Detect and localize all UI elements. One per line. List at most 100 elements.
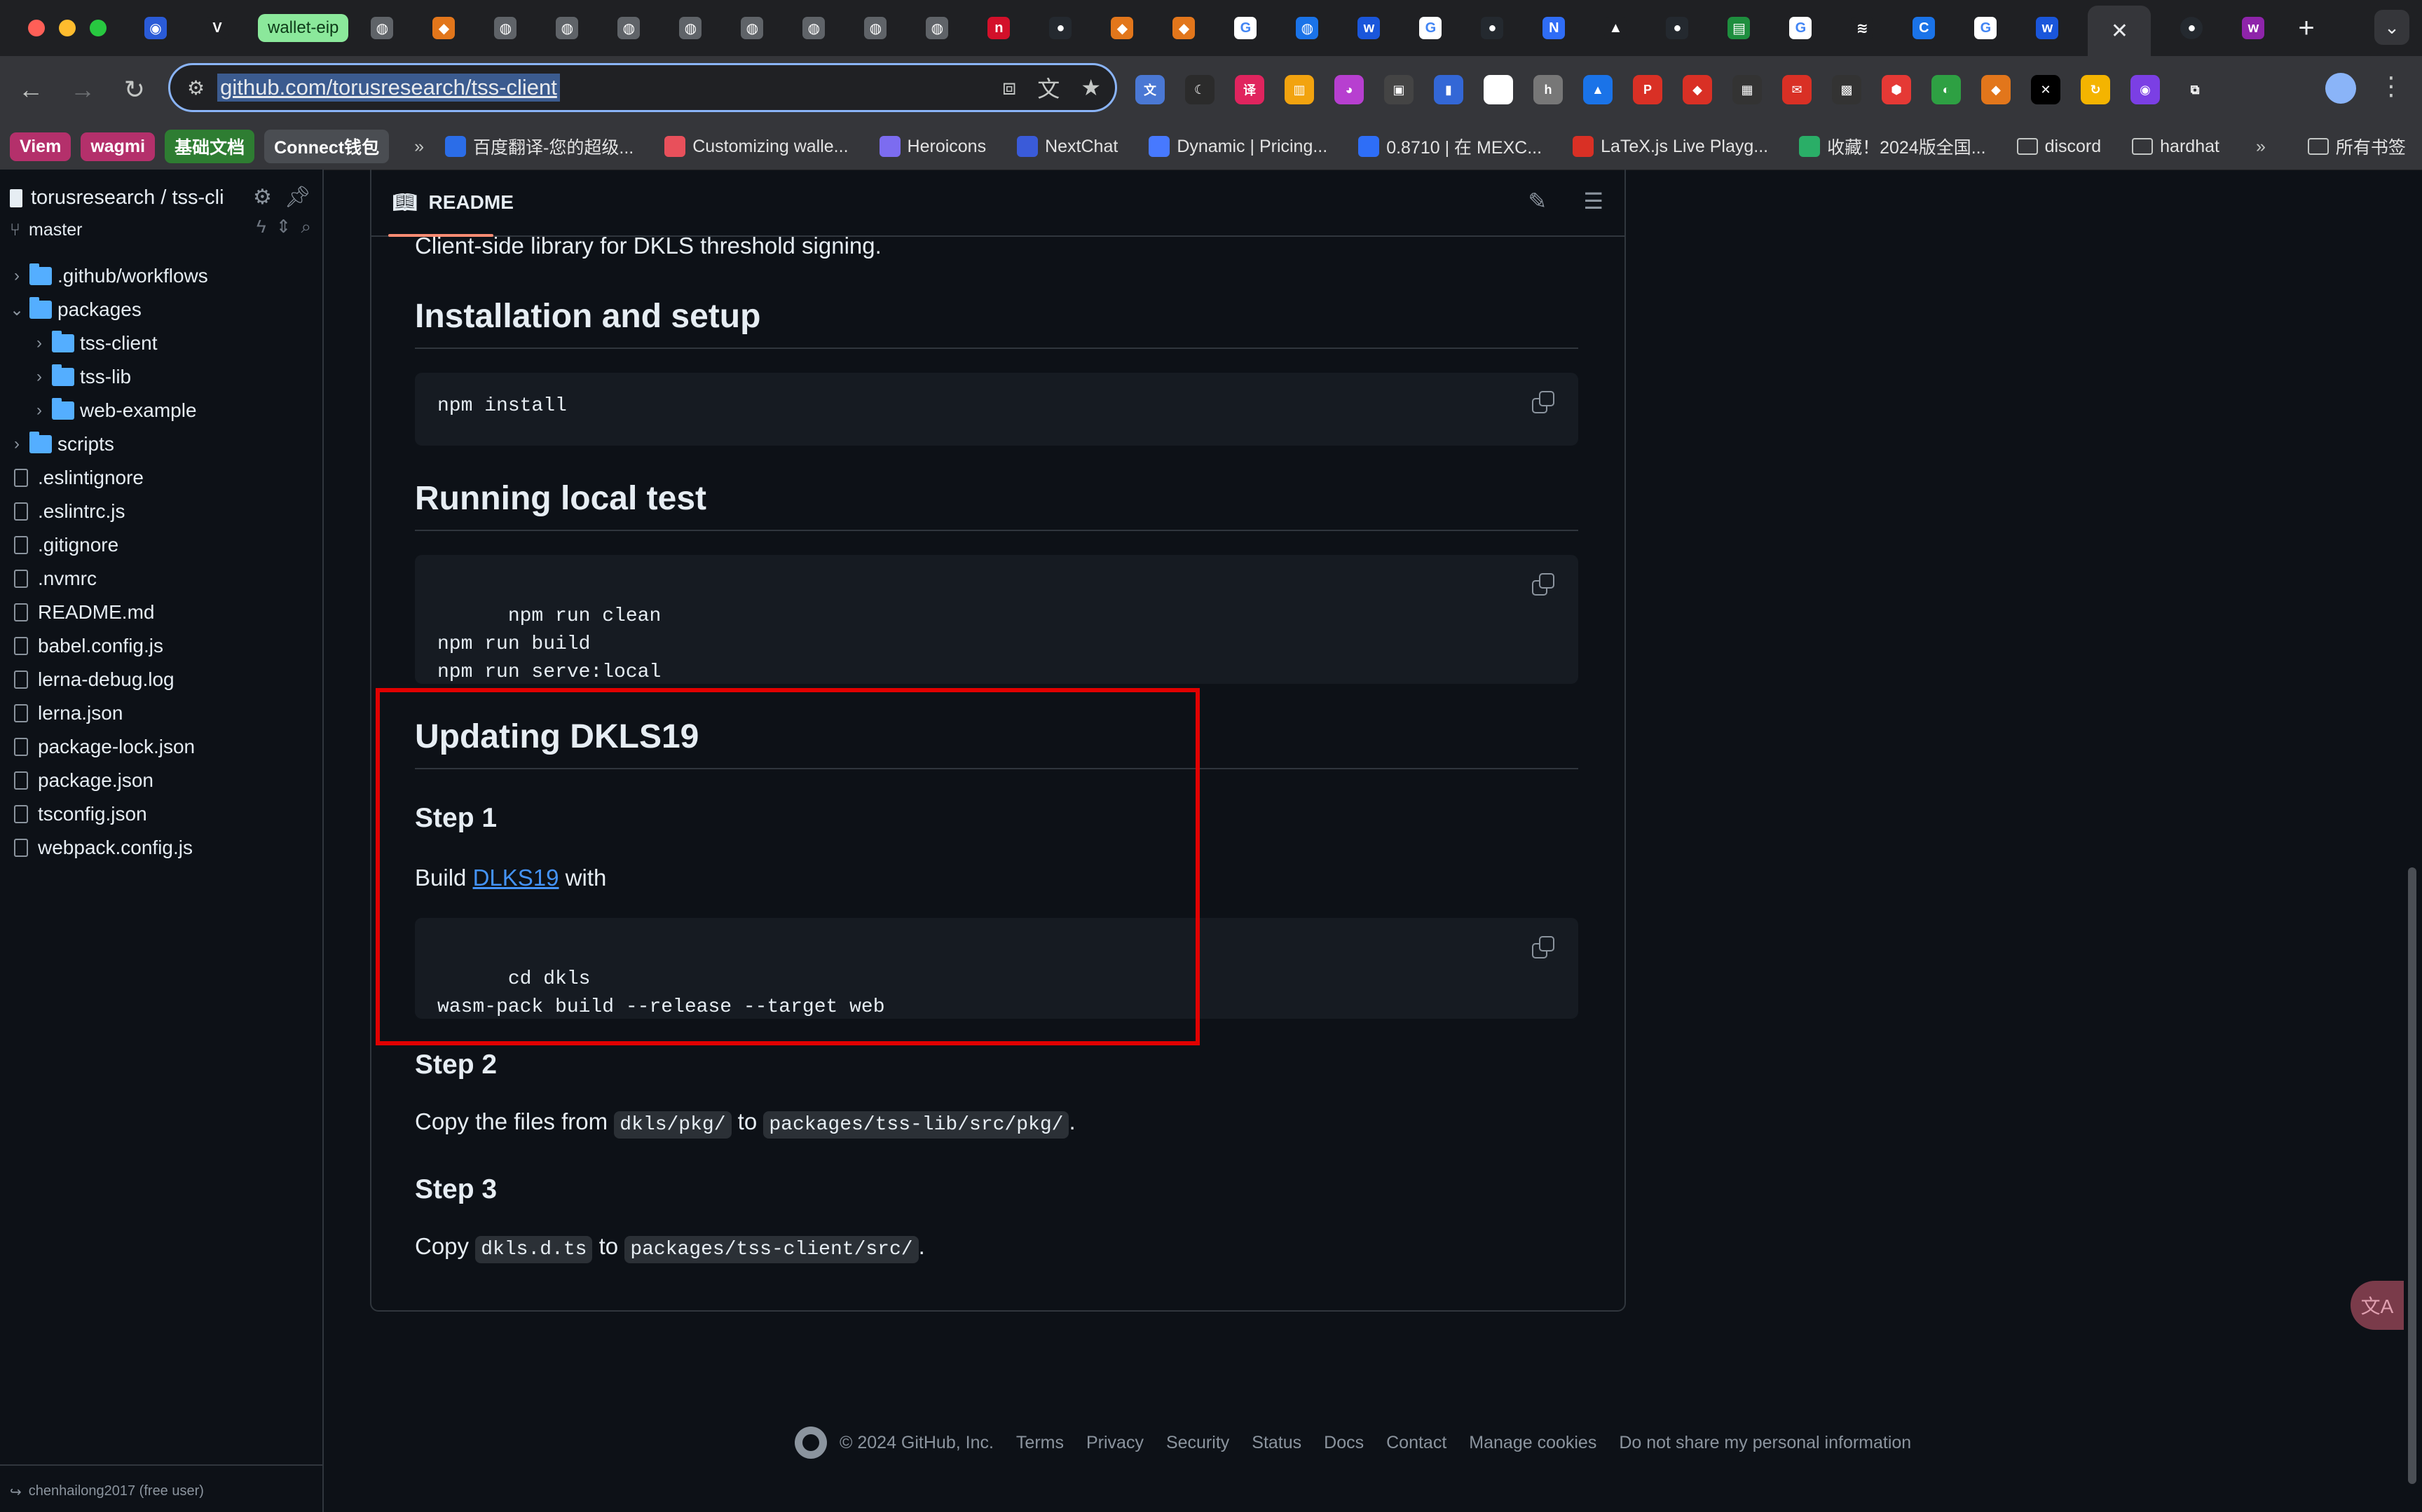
puzzle-icon[interactable]: ⧉ — [2180, 75, 2210, 104]
browser-tab[interactable]: ◆ — [1101, 7, 1143, 49]
bookmark-item[interactable]: 0.8710 | 在 MEXC... — [1358, 134, 1542, 159]
pdf-icon[interactable]: P — [1633, 75, 1662, 104]
back-button[interactable]: ← — [10, 69, 52, 111]
minimize-window-button[interactable] — [59, 20, 76, 36]
lightning-icon[interactable]: ϟ — [256, 216, 266, 238]
h-logo-icon[interactable]: h — [1533, 75, 1563, 104]
bookmark-chip[interactable]: Connect钱包 — [264, 130, 390, 163]
logout-icon[interactable]: ↪ — [10, 1483, 22, 1501]
browser-tab[interactable]: n — [978, 7, 1020, 49]
scrollbar-thumb[interactable] — [2408, 867, 2416, 1484]
footer-link[interactable]: Terms — [1016, 1433, 1064, 1453]
bookmark-item[interactable]: 收藏！2024版全国... — [1799, 134, 1986, 159]
github-logo-icon[interactable] — [795, 1427, 827, 1459]
browser-tab[interactable]: V — [196, 7, 238, 49]
tree-file[interactable]: lerna.json — [0, 696, 322, 730]
tab-github[interactable]: ● — [2170, 7, 2212, 49]
chevron-down-icon[interactable]: ⌄ — [10, 300, 24, 320]
tree-folder[interactable]: › web-example — [0, 394, 322, 427]
browser-tab[interactable]: ◉ — [135, 7, 177, 49]
tree-file[interactable]: lerna-debug.log — [0, 663, 322, 696]
bookmarks-overflow-icon[interactable]: » — [2256, 137, 2266, 157]
copy-icon[interactable] — [1532, 936, 1557, 961]
reload-button[interactable]: ↻ — [114, 69, 156, 111]
chevron-right-icon[interactable]: › — [32, 401, 46, 420]
tree-file[interactable]: .gitignore — [0, 528, 322, 562]
chart-bars-icon[interactable]: ▥ — [1285, 75, 1314, 104]
tab-group-chip[interactable]: wallet-eip — [258, 14, 349, 42]
chevron-right-icon[interactable]: › — [32, 367, 46, 387]
bars-icon[interactable]: ▮ — [1434, 75, 1463, 104]
copy-icon[interactable] — [1532, 391, 1557, 416]
shield-red-icon[interactable]: ⬢ — [1882, 75, 1911, 104]
active-tab[interactable]: ✕ — [2088, 6, 2151, 56]
tree-file[interactable]: .eslintignore — [0, 461, 322, 495]
close-tab-icon[interactable]: ✕ — [2111, 19, 2128, 43]
browser-tab[interactable]: ◆ — [1163, 7, 1205, 49]
footer-link[interactable]: Contact — [1386, 1433, 1446, 1453]
tree-file[interactable]: .nvmrc — [0, 562, 322, 596]
repo-name[interactable]: torusresearch / tss-cli — [31, 186, 224, 209]
tree-file[interactable]: package-lock.json — [0, 730, 322, 764]
settings-gear-icon[interactable]: ⚙ — [253, 185, 272, 209]
browser-tab[interactable]: C — [1903, 7, 1945, 49]
repo-title[interactable]: torusresearch / tss-cli — [10, 186, 290, 209]
footer-link[interactable]: Manage cookies — [1469, 1433, 1596, 1453]
browser-tab[interactable]: ▲ — [1594, 7, 1636, 49]
robot-icon[interactable]: ▣ — [1384, 75, 1414, 104]
tree-file[interactable]: babel.config.js — [0, 629, 322, 663]
chevron-right-icon[interactable]: › — [10, 434, 24, 454]
browser-tab[interactable]: ◍ — [484, 7, 526, 49]
browser-tab[interactable]: ◍ — [608, 7, 650, 49]
okx-icon[interactable]: ✕ — [2031, 75, 2060, 104]
browser-tab[interactable]: ● — [1656, 7, 1698, 49]
browser-tab[interactable]: ◍ — [1286, 7, 1328, 49]
tree-file[interactable]: .eslintrc.js — [0, 495, 322, 528]
footer-link[interactable]: Security — [1166, 1433, 1229, 1453]
translate-float-icon[interactable]: 文A — [2351, 1281, 2404, 1330]
browser-tab[interactable]: ◍ — [361, 7, 403, 49]
browser-tab[interactable]: G — [1779, 7, 1821, 49]
tree-file[interactable]: tsconfig.json — [0, 797, 322, 831]
chevron-right-icon[interactable]: › — [32, 334, 46, 353]
browser-tab[interactable]: ◍ — [669, 7, 711, 49]
browser-tab[interactable]: G — [1409, 7, 1451, 49]
browser-menu-icon[interactable]: ⋮ — [2379, 71, 2404, 101]
address-bar[interactable]: ⚙ github.com/torusresearch/tss-client ⧈ … — [168, 63, 1117, 112]
install-app-icon[interactable]: ⧈ — [1002, 74, 1016, 101]
tree-file[interactable]: webpack.config.js — [0, 831, 322, 865]
browser-tab[interactable]: ● — [1039, 7, 1081, 49]
browser-tab[interactable]: ◍ — [731, 7, 773, 49]
browser-tab[interactable]: ◆ — [423, 7, 465, 49]
copy-icon[interactable] — [1532, 573, 1557, 598]
footer-link[interactable]: Privacy — [1086, 1433, 1144, 1453]
ghost-icon[interactable]: ◕ — [1334, 75, 1364, 104]
dice-icon[interactable]: ◆ — [1683, 75, 1712, 104]
browser-tab[interactable]: N — [1533, 7, 1575, 49]
bookmark-star-icon[interactable]: ★ — [1081, 74, 1101, 101]
site-info-icon[interactable]: ⚙ — [187, 76, 205, 99]
tree-folder[interactable]: › tss-lib — [0, 360, 322, 394]
sync-icon[interactable]: ↻ — [2081, 75, 2110, 104]
browser-tab[interactable]: G — [1224, 7, 1266, 49]
bookmark-chip[interactable]: wagmi — [81, 132, 156, 161]
bookmark-chip[interactable]: 基础文档 — [165, 130, 255, 163]
browser-tab[interactable]: ◍ — [916, 7, 958, 49]
bookmark-item[interactable]: Customizing walle... — [664, 136, 849, 157]
outline-list-icon[interactable]: ☰ — [1583, 188, 1603, 214]
footer-link[interactable]: Status — [1252, 1433, 1301, 1453]
chevron-more-icon[interactable]: » — [414, 137, 424, 157]
bookmark-item[interactable]: LaTeX.js Live Playg... — [1573, 136, 1768, 157]
browser-tab[interactable]: w — [2026, 7, 2068, 49]
profile-avatar[interactable] — [2325, 73, 2356, 104]
bookmark-folder[interactable]: discord — [2016, 137, 2101, 157]
translate-icon[interactable]: 文 — [1135, 75, 1165, 104]
tab-readme[interactable]: 📖︎ README — [392, 191, 514, 214]
bookmark-folder[interactable]: hardhat — [2132, 137, 2219, 157]
browser-tab[interactable]: ◍ — [546, 7, 588, 49]
edit-pencil-icon[interactable]: ✎ — [1528, 188, 1547, 214]
notion-icon[interactable]: N — [1484, 75, 1513, 104]
tab-search-button[interactable]: ⌄ — [2374, 10, 2409, 45]
tree-folder[interactable]: › scripts — [0, 427, 322, 461]
green-bag-icon[interactable]: ◐ — [1931, 75, 1961, 104]
